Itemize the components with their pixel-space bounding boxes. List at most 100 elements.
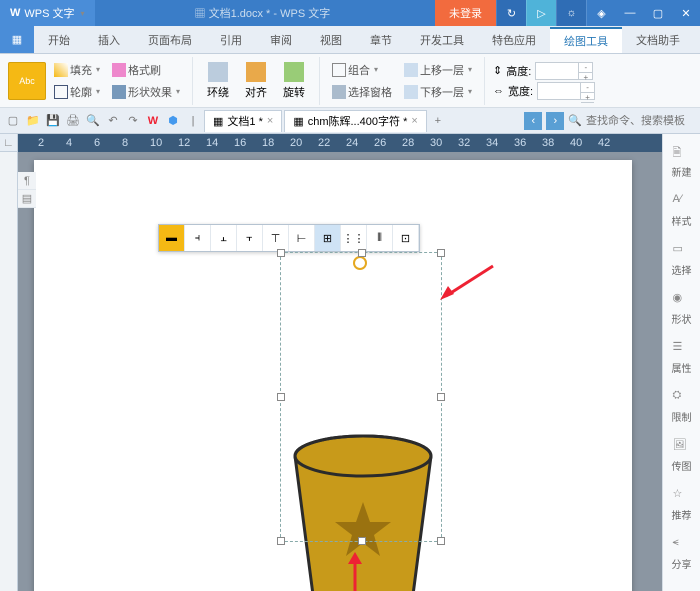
doc-tab-1[interactable]: ▦文档1 *× <box>204 110 282 132</box>
sync-icon[interactable]: ↻ <box>496 0 526 26</box>
qat-cube-icon[interactable]: ⬢ <box>164 112 182 130</box>
medal-icon[interactable]: ☼ <box>556 0 586 26</box>
doc-tab-2[interactable]: ▦chm陈辉...400字符 *× <box>284 110 426 132</box>
side-share[interactable]: ⪪分享 <box>672 536 692 571</box>
distribute-h-icon[interactable]: ⋮⋮ <box>341 225 367 251</box>
star-icon: ☆ <box>673 487 691 505</box>
left-quickbar: ¶ ▤ <box>18 172 36 208</box>
wps-w-icon: W <box>10 7 20 19</box>
minimize-button[interactable]: — <box>616 0 644 26</box>
more-align-icon[interactable]: ⊡ <box>393 225 419 251</box>
align-left-icon[interactable]: ⫞ <box>185 225 211 251</box>
tab-special[interactable]: 特色应用 <box>478 27 550 53</box>
wps-logo[interactable]: W WPS 文字 ▾ <box>0 0 95 26</box>
side-attr[interactable]: ☰属性 <box>672 340 692 375</box>
horizontal-ruler[interactable]: 24681012141618202224262830323436384042 <box>18 134 662 152</box>
editor-area: ∟ 24681012141618202224262830323436384042… <box>0 134 700 591</box>
tab-doc-helper[interactable]: 文档助手 <box>622 27 694 53</box>
tab-chapter[interactable]: 章节 <box>356 27 406 53</box>
send-backward-button[interactable]: 下移一层▾ <box>400 82 476 102</box>
tab-drawing-tools[interactable]: 绘图工具 <box>550 27 622 53</box>
align-btn-1[interactable]: ▬ <box>159 225 185 251</box>
app-menu-button[interactable]: ▦ <box>0 25 34 53</box>
group-button[interactable]: 组合▾ <box>328 60 396 80</box>
floating-align-toolbar: ▬ ⫞ ⫠ ⫟ ⊤ ⊢ ⊞ ⋮⋮ ⫴ ⊡ <box>158 224 420 252</box>
qat-new-icon[interactable]: ▢ <box>4 112 22 130</box>
tab-dev[interactable]: 开发工具 <box>406 27 478 53</box>
outline-button[interactable]: 轮廓▾ <box>50 82 104 102</box>
close-button[interactable]: ✕ <box>672 0 700 26</box>
qat-open-icon[interactable]: 📁 <box>24 112 42 130</box>
select-icon: ▭ <box>673 242 691 260</box>
side-style[interactable]: A⁄样式 <box>672 193 692 228</box>
canvas[interactable]: ¶ ▤ ▬ ⫞ ⫠ ⫟ ⊤ ⊢ ⊞ ⋮⋮ ⫴ ⊡ <box>18 152 662 591</box>
tab-review[interactable]: 审阅 <box>256 27 306 53</box>
tab-view[interactable]: 视图 <box>306 27 356 53</box>
qat-save-icon[interactable]: 💾 <box>44 112 62 130</box>
qat-wps-icon[interactable]: W <box>144 112 162 130</box>
side-new[interactable]: 🗎新建 <box>672 144 692 179</box>
width-down[interactable]: + <box>581 93 594 103</box>
wrap-button[interactable]: 环绕 <box>201 60 235 102</box>
width-icon: ⇔ <box>493 85 504 97</box>
app-menu-dropdown-icon[interactable]: ▾ <box>81 9 85 18</box>
rotate-handle[interactable] <box>353 256 367 270</box>
align-grid-icon[interactable]: ⊞ <box>315 225 341 251</box>
side-select[interactable]: ▭选择 <box>672 242 692 277</box>
vertical-ruler[interactable]: ∟ <box>0 134 18 591</box>
fill-button[interactable]: 填充▾ <box>50 60 104 80</box>
align-center-h-icon[interactable]: ⫠ <box>211 225 237 251</box>
height-up[interactable]: - <box>579 63 592 73</box>
limit-icon: ⛭ <box>673 389 691 407</box>
qat-redo-icon[interactable]: ↷ <box>124 112 142 130</box>
align-right-icon[interactable]: ⫟ <box>237 225 263 251</box>
qat-print-icon[interactable]: 🖨 <box>64 112 82 130</box>
login-button[interactable]: 未登录 <box>435 0 496 26</box>
search-input[interactable] <box>586 115 696 127</box>
new-tab-button[interactable]: + <box>429 112 447 130</box>
distribute-v-icon[interactable]: ⫴ <box>367 225 393 251</box>
shape-effect-button[interactable]: 形状效果▾ <box>108 82 184 102</box>
side-recommend[interactable]: ☆推荐 <box>672 487 692 522</box>
nav-icon[interactable]: ▤ <box>18 190 36 208</box>
close-tab-icon[interactable]: × <box>267 115 273 127</box>
maximize-button[interactable]: ▢ <box>644 0 672 26</box>
skin-icon[interactable]: ◈ <box>586 0 616 26</box>
align-middle-icon[interactable]: ⊢ <box>289 225 315 251</box>
side-limit[interactable]: ⛭限制 <box>672 389 692 424</box>
rotate-button[interactable]: 旋转 <box>277 60 311 102</box>
qat-preview-icon[interactable]: 🔍 <box>84 112 102 130</box>
doc-tabs-bar: ▢ 📁 💾 🖨 🔍 ↶ ↷ W ⬢ | ▦文档1 *× ▦chm陈辉...400… <box>0 108 700 134</box>
side-shape[interactable]: ◉形状 <box>672 291 692 326</box>
layer-group: 组合▾ 选择窗格 上移一层▾ 下移一层▾ <box>328 57 485 105</box>
tab-start[interactable]: 开始 <box>34 27 84 53</box>
ribbon: Abc 填充▾ 轮廓▾ 格式刷 形状效果▾ 环绕 对齐 旋转 组合▾ 选择窗格 … <box>0 54 700 108</box>
align-button[interactable]: 对齐 <box>239 60 273 102</box>
para-icon[interactable]: ¶ <box>18 172 36 190</box>
height-input[interactable]: -+ <box>535 62 593 80</box>
align-top-icon[interactable]: ⊤ <box>263 225 289 251</box>
tab-reference[interactable]: 引用 <box>206 27 256 53</box>
bring-forward-button[interactable]: 上移一层▾ <box>400 60 476 80</box>
ruler-corner-icon[interactable]: ∟ <box>0 134 17 152</box>
style-icon: A⁄ <box>673 193 691 211</box>
arrange-group: 环绕 对齐 旋转 <box>201 57 320 105</box>
title-bar: W WPS 文字 ▾ ▦ 文档1.docx * - WPS 文字 未登录 ↻ ▷… <box>0 0 700 26</box>
selection-pane-button[interactable]: 选择窗格 <box>328 82 396 102</box>
qat-undo-icon[interactable]: ↶ <box>104 112 122 130</box>
share-icon: ⪪ <box>673 536 691 554</box>
nav-prev-button[interactable]: ‹ <box>524 112 542 130</box>
pen-icon <box>54 85 68 99</box>
red-arrow-bottom <box>340 550 370 591</box>
triangle-icon[interactable]: ▷ <box>526 0 556 26</box>
tab-layout[interactable]: 页面布局 <box>134 27 206 53</box>
close-tab-icon[interactable]: × <box>411 115 417 127</box>
width-up[interactable]: - <box>581 83 594 93</box>
format-painter-button[interactable]: 格式刷 <box>108 60 184 80</box>
height-label: 高度: <box>506 63 531 79</box>
nav-next-button[interactable]: › <box>546 112 564 130</box>
shape-style-preview[interactable]: Abc <box>8 62 46 100</box>
side-image[interactable]: 🖼传图 <box>672 438 692 473</box>
width-input[interactable]: -+ <box>537 82 595 100</box>
tab-insert[interactable]: 插入 <box>84 27 134 53</box>
